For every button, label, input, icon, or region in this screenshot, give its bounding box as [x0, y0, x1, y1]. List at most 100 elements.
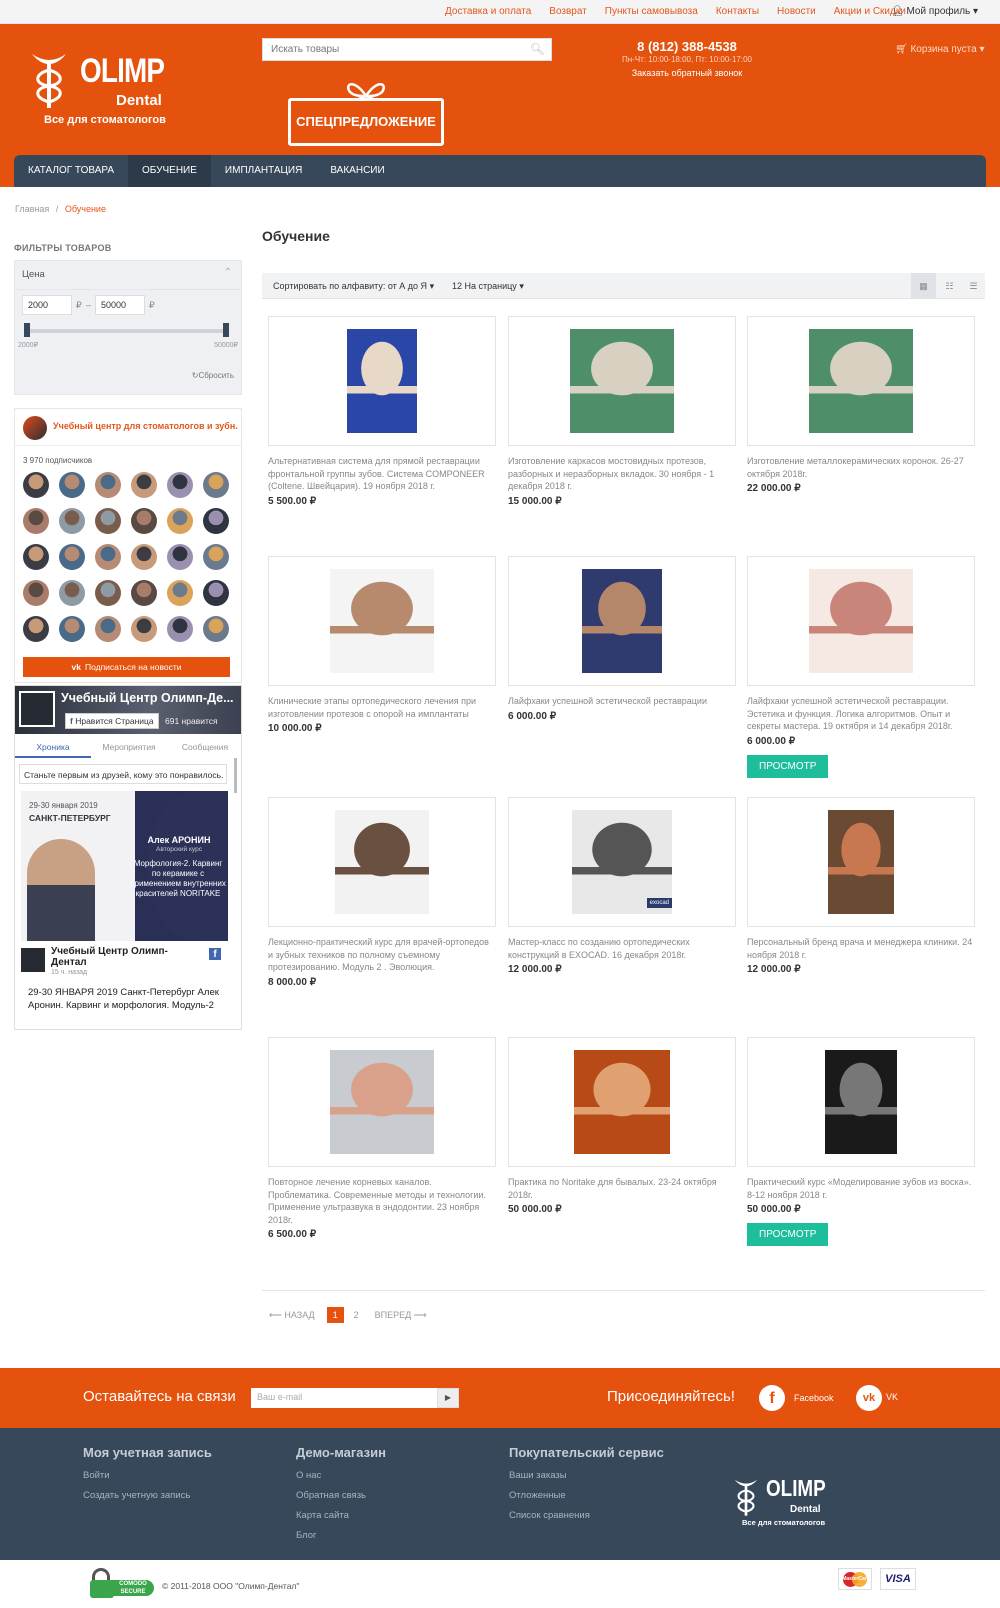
product-image[interactable]	[582, 569, 662, 673]
product-image[interactable]	[330, 569, 434, 673]
product-image[interactable]	[809, 329, 913, 433]
fb-page-name[interactable]: Учебный Центр Олимп-Де...	[61, 691, 239, 705]
product-card[interactable]: Лайфхаки успешной эстетической реставрац…	[508, 556, 736, 722]
vk-subscriber-avatar[interactable]	[95, 508, 121, 534]
product-image-frame[interactable]	[747, 1037, 975, 1167]
top-link-news[interactable]: Новости	[777, 6, 816, 17]
view-button[interactable]: ПРОСМОТР	[747, 754, 829, 778]
breadcrumb-home[interactable]: Главная	[15, 204, 49, 214]
vk-icon[interactable]: vk	[856, 1385, 882, 1411]
vk-subscriber-avatar[interactable]	[131, 472, 157, 498]
fb-scrollbar[interactable]	[234, 758, 237, 793]
product-card[interactable]: Персональный бренд врача и менеджера кли…	[747, 797, 975, 975]
product-image-frame[interactable]	[508, 1037, 736, 1167]
product-image-frame[interactable]	[268, 316, 496, 446]
vk-subscriber-avatar[interactable]	[59, 544, 85, 570]
product-card[interactable]: Лекционно-практический курс для врачей-о…	[268, 797, 496, 988]
vk-subscriber-avatar[interactable]	[59, 472, 85, 498]
pagination-page-2[interactable]: 2	[354, 1310, 359, 1320]
range-min-handle[interactable]	[24, 323, 30, 337]
footer-link-login[interactable]: Войти	[83, 1470, 212, 1481]
vk-subscriber-avatar[interactable]	[203, 544, 229, 570]
vk-subscriber-avatar[interactable]	[203, 472, 229, 498]
product-image[interactable]	[574, 1050, 670, 1154]
product-title[interactable]: Лайфхаки успешной эстетической реставрац…	[747, 695, 975, 733]
per-page-select[interactable]: 12 На страницу ▾	[452, 281, 524, 292]
product-image[interactable]	[570, 329, 674, 433]
fb-author-name[interactable]: Учебный Центр Олимп-Дентал	[51, 946, 201, 968]
vk-subscriber-avatar[interactable]	[23, 472, 49, 498]
top-link-delivery[interactable]: Доставка и оплата	[445, 6, 531, 17]
vk-subscriber-avatar[interactable]	[131, 508, 157, 534]
product-image-frame[interactable]	[747, 797, 975, 927]
vk-subscriber-avatar[interactable]	[95, 616, 121, 642]
callback-link[interactable]: Заказать обратный звонок	[580, 68, 794, 78]
fb-like-button[interactable]: f Нравится Страница	[65, 713, 159, 729]
product-card[interactable]: exocad Мастер-класс по созданию ортопедич…	[508, 797, 736, 975]
vk-subscriber-avatar[interactable]	[167, 472, 193, 498]
product-image[interactable]	[347, 329, 417, 433]
product-card[interactable]: Альтернативная система для прямой рестав…	[268, 316, 496, 507]
price-min-input[interactable]: 2000	[22, 295, 72, 315]
footer-link-about[interactable]: О нас	[296, 1470, 386, 1481]
footer-link-wishlist[interactable]: Отложенные	[509, 1490, 664, 1501]
footer-link-register[interactable]: Создать учетную запись	[83, 1490, 212, 1501]
product-image[interactable]	[335, 810, 429, 914]
vk-subscriber-avatar[interactable]	[131, 580, 157, 606]
vk-subscriber-avatar[interactable]	[131, 616, 157, 642]
vk-subscriber-avatar[interactable]	[59, 508, 85, 534]
product-card[interactable]: Изготовление каркасов мостовидных протез…	[508, 316, 736, 507]
cart-widget[interactable]: 🛒︎ Корзина пуста ▾	[895, 44, 985, 55]
footer-link-sitemap[interactable]: Карта сайта	[296, 1510, 386, 1521]
vk-subscriber-avatar[interactable]	[95, 472, 121, 498]
vk-subscriber-avatar[interactable]	[131, 544, 157, 570]
product-image-frame[interactable]	[268, 797, 496, 927]
footer-link-feedback[interactable]: Обратная связь	[296, 1490, 386, 1501]
list-grid-view-icon[interactable]: ☷	[937, 273, 962, 299]
search-input[interactable]: Искать товары 🔍︎	[262, 38, 552, 61]
product-image[interactable]	[828, 810, 894, 914]
top-link-pickup[interactable]: Пункты самовывоза	[605, 6, 698, 17]
product-image[interactable]	[825, 1050, 897, 1154]
product-card[interactable]: Лайфхаки успешной эстетической реставрац…	[747, 556, 975, 778]
pagination-prev[interactable]: ⟵ НАЗАД	[269, 1310, 315, 1321]
product-title[interactable]: Лекционно-практический курс для врачей-о…	[268, 936, 496, 974]
product-title[interactable]: Изготовление металлокерамических коронок…	[747, 455, 975, 480]
fb-post-image[interactable]: 29-30 января 2019 САНКТ-ПЕТЕРБУРГ Алек А…	[21, 791, 228, 941]
list-view-icon[interactable]: ☰	[962, 273, 985, 299]
vk-subscriber-avatar[interactable]	[203, 580, 229, 606]
vk-subscriber-avatar[interactable]	[23, 508, 49, 534]
footer-link-blog[interactable]: Блог	[296, 1530, 386, 1541]
product-card[interactable]: Изготовление металлокерамических коронок…	[747, 316, 975, 494]
pagination-next[interactable]: ВПЕРЕД ⟶	[375, 1310, 427, 1321]
product-card[interactable]: Повторное лечение корневых каналов. Проб…	[268, 1037, 496, 1240]
nav-vacancies[interactable]: ВАКАНСИИ	[316, 155, 398, 187]
vk-subscriber-avatar[interactable]	[167, 616, 193, 642]
facebook-icon[interactable]: f	[759, 1385, 785, 1411]
site-logo[interactable]: OLIMP Dental Все для стоматологов	[28, 48, 188, 128]
product-title[interactable]: Клинические этапы ортопедического лечени…	[268, 695, 496, 720]
vk-subscriber-avatar[interactable]	[23, 580, 49, 606]
nav-training[interactable]: ОБУЧЕНИЕ	[128, 155, 211, 187]
special-offer-banner[interactable]: СПЕЦПРЕДЛОЖЕНИЕ	[288, 98, 444, 146]
range-max-handle[interactable]	[223, 323, 229, 337]
product-image-frame[interactable]	[747, 316, 975, 446]
product-image-frame[interactable]	[508, 316, 736, 446]
reset-filter-button[interactable]: ↻Сбросить	[192, 371, 234, 380]
product-title[interactable]: Практика по Noritake для бывалых. 23-24 …	[508, 1176, 736, 1201]
product-image-frame[interactable]	[268, 556, 496, 686]
footer-link-orders[interactable]: Ваши заказы	[509, 1470, 664, 1481]
vk-subscriber-avatar[interactable]	[23, 616, 49, 642]
product-card[interactable]: Клинические этапы ортопедического лечени…	[268, 556, 496, 734]
vk-subscriber-avatar[interactable]	[59, 580, 85, 606]
fb-tab-events[interactable]: Мероприятия	[91, 736, 167, 758]
product-title[interactable]: Лайфхаки успешной эстетической реставрац…	[508, 695, 736, 708]
profile-menu[interactable]: 👤︎ Мой профиль ▾	[891, 6, 978, 17]
newsletter-email-input[interactable]: Ваш e-mail	[251, 1388, 437, 1408]
vk-subscriber-avatar[interactable]	[203, 616, 229, 642]
product-image-frame[interactable]	[268, 1037, 496, 1167]
vk-subscribe-button[interactable]: vk Подписаться на новости	[23, 657, 230, 677]
view-button[interactable]: ПРОСМОТР	[747, 1223, 829, 1246]
product-title[interactable]: Мастер-класс по созданию ортопедических …	[508, 936, 736, 961]
vk-subscriber-avatar[interactable]	[167, 544, 193, 570]
